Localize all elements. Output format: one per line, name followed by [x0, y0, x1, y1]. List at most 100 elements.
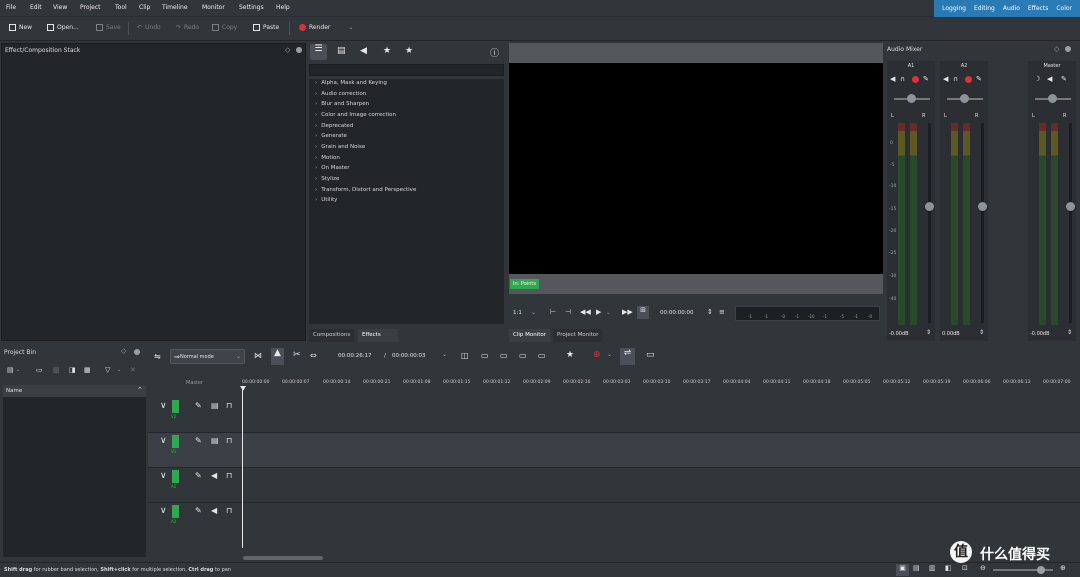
timecode-display[interactable]: 00:00:00:00 — [660, 310, 694, 316]
menu-tool[interactable]: Tool — [115, 4, 127, 11]
menu-project[interactable]: Project — [80, 4, 101, 11]
workspace-effects[interactable]: Effects — [1028, 5, 1048, 12]
open-button[interactable]: Open... — [47, 24, 79, 31]
snap-icon[interactable]: ⊕ — [593, 350, 601, 360]
snap-status-icon[interactable]: ◧ — [945, 564, 952, 572]
track-lane[interactable] — [243, 398, 1080, 433]
menu-help[interactable]: Help — [276, 4, 290, 11]
playhead-marker-icon[interactable] — [240, 386, 246, 391]
zoom-fit-icon[interactable]: ⊡ — [962, 564, 968, 572]
split-view-icon[interactable]: ◫ — [461, 351, 469, 360]
thumbnail-icon[interactable]: ▣ — [896, 564, 909, 576]
effects-search-input[interactable] — [309, 64, 504, 76]
audio-effects-icon[interactable]: ◀ — [360, 46, 367, 56]
effects-category[interactable]: Audio correction — [315, 91, 366, 97]
track-target-tag[interactable] — [172, 505, 179, 518]
redo-button[interactable]: ↷ Redo — [176, 24, 199, 31]
workspace-editing[interactable]: Editing — [974, 5, 995, 12]
set-out-icon[interactable]: ⊣ — [565, 308, 571, 316]
bin-list[interactable] — [3, 397, 146, 557]
ripple-icon[interactable]: ⋈ — [254, 351, 262, 360]
menu-settings[interactable]: Settings — [239, 4, 264, 11]
chevron-down-icon[interactable]: ⌄ — [442, 351, 447, 358]
tab-clip-monitor[interactable]: Clip Monitor — [509, 329, 551, 342]
mute-icon[interactable]: ◀ — [211, 506, 217, 515]
menu-timeline[interactable]: Timeline — [162, 4, 188, 11]
effects-category[interactable]: Blur and Sharpen — [315, 101, 369, 107]
zoom-in-icon[interactable]: ⊕ — [1060, 564, 1066, 572]
collapse-icon[interactable]: ∨ — [160, 506, 167, 516]
effects-category[interactable]: Grain and Noise — [315, 144, 365, 150]
track-lane[interactable] — [243, 433, 1080, 468]
float-icon[interactable]: ◇ — [1054, 45, 1059, 53]
video-toggle-icon[interactable]: ▤ — [211, 401, 219, 410]
set-in-icon[interactable]: ⊢ — [550, 308, 556, 316]
float-icon[interactable]: ◇ — [121, 347, 126, 355]
insert-icon[interactable]: ▭ — [481, 351, 489, 360]
filter-icon[interactable]: ▽ — [105, 366, 110, 374]
zoom-out-icon[interactable]: ⊖ — [980, 564, 986, 572]
lock-icon[interactable]: ⊓ — [226, 506, 232, 515]
copy-button[interactable]: Copy — [212, 24, 237, 31]
save-button[interactable]: Save — [96, 24, 121, 31]
effects-category[interactable]: Alpha, Mask and Keying — [315, 80, 387, 86]
effects-toggle-icon[interactable]: ✎ — [195, 471, 202, 480]
menu-icon[interactable]: ≡ — [719, 308, 725, 316]
chevron-down-icon[interactable]: ⌄ — [531, 309, 536, 316]
effects-category[interactable]: Deprecated — [315, 123, 353, 129]
paste-button[interactable]: Paste — [253, 24, 279, 31]
effects-toggle-icon[interactable]: ✎ — [195, 506, 202, 515]
effects-category[interactable]: Transform, Distort and Perspective — [315, 187, 416, 193]
list-view-icon[interactable]: ☰ — [310, 44, 327, 60]
loop-zone-icon[interactable]: ⊞ — [637, 306, 649, 319]
add-clip-icon[interactable]: ▤ — [7, 366, 14, 374]
mute-icon[interactable]: ◀ — [211, 471, 217, 480]
collapse-icon[interactable]: ∨ — [160, 401, 167, 411]
video-display[interactable] — [509, 63, 883, 274]
effects-category[interactable]: On Master — [315, 165, 349, 171]
favorite-effect-icon[interactable]: ★ — [566, 350, 574, 360]
render-button[interactable]: Render ⌄ — [299, 24, 353, 31]
video-toggle-icon[interactable]: ▤ — [211, 436, 219, 445]
lift-icon[interactable]: ▭ — [519, 351, 527, 360]
menu-view[interactable]: View — [53, 4, 67, 11]
workspace-audio[interactable]: Audio — [1003, 5, 1020, 12]
collapse-icon[interactable]: ∨ — [160, 471, 167, 481]
track-lane[interactable] — [243, 503, 1080, 538]
forward-icon[interactable]: ▶▶ — [622, 308, 633, 316]
folder-icon[interactable]: ▭ — [36, 366, 43, 374]
markers-icon[interactable]: ▥ — [929, 564, 936, 572]
play-icon[interactable]: ▶ — [596, 308, 601, 316]
list-view-icon[interactable]: ▦ — [84, 366, 91, 374]
effects-category[interactable]: Color and Image correction — [315, 112, 396, 118]
effect-category-icon[interactable]: ▤ — [337, 46, 346, 56]
effects-category[interactable]: Generate — [315, 133, 347, 139]
chevron-down-icon[interactable]: ⌄ — [606, 310, 610, 316]
custom-effects-icon[interactable]: ★ — [383, 46, 391, 56]
lock-icon[interactable]: ⊓ — [226, 436, 232, 445]
extract-icon[interactable]: ▭ — [538, 351, 546, 360]
favorites-icon[interactable]: ★ — [405, 46, 413, 56]
effects-toggle-icon[interactable]: ✎ — [195, 401, 202, 410]
close-icon[interactable] — [134, 349, 140, 355]
chevron-down-icon[interactable]: ⌄ — [117, 367, 121, 373]
close-icon[interactable] — [296, 47, 302, 53]
track-target-tag[interactable] — [172, 470, 179, 483]
effects-category[interactable]: Stylize — [315, 176, 339, 182]
rewind-icon[interactable]: ◀◀ — [580, 308, 591, 316]
chevron-down-icon[interactable]: ⌄ — [607, 351, 612, 358]
clip-properties-icon[interactable]: ▥ — [53, 366, 60, 374]
spin-icon[interactable]: ⇕ — [707, 308, 713, 316]
close-icon[interactable] — [1065, 46, 1071, 52]
zoom-select[interactable]: 1:1 — [513, 310, 522, 316]
workspace-color[interactable]: Color — [1056, 5, 1072, 12]
overwrite-icon[interactable]: ▭ — [500, 351, 508, 360]
track-target-tag[interactable] — [172, 435, 179, 448]
name-column-header[interactable]: Name — [6, 388, 22, 394]
chevron-down-icon[interactable]: ⌄ — [16, 367, 20, 373]
edit-mode-select[interactable]: ⇒ Normal mode ⌄ — [170, 349, 245, 364]
undo-button[interactable]: ↶ Undo — [137, 24, 161, 31]
tab-compositions[interactable]: Compositions — [309, 329, 355, 342]
track-lane[interactable] — [243, 468, 1080, 503]
show-audio-thumbnails-icon[interactable]: ⇌ — [620, 348, 635, 365]
